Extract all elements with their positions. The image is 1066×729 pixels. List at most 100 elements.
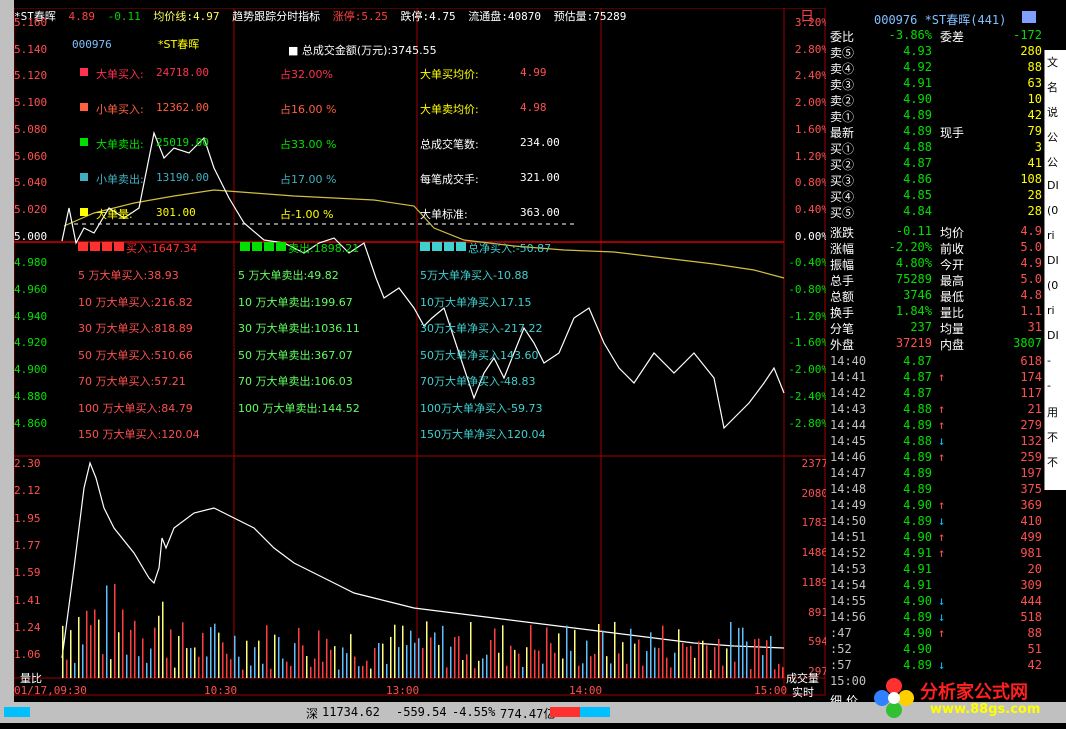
overlay-name: *ST春晖 [158, 38, 200, 51]
net-square-icon [252, 242, 262, 251]
panel-cell: 总手 [830, 274, 855, 288]
volume-bar [162, 601, 164, 678]
sidebar-item[interactable]: 用 [1047, 404, 1058, 420]
volume-bar [582, 663, 584, 678]
percent-tick: -0.40% [788, 256, 828, 270]
volume-bar [626, 663, 628, 678]
volume-bar [574, 629, 576, 678]
volume-bar [246, 640, 248, 678]
volume-bar [774, 669, 776, 678]
panel-cell: 14:55 [830, 594, 867, 608]
volume-bar [702, 640, 704, 678]
sidebar-item[interactable]: 名 [1047, 79, 1058, 95]
panel-cell: 42 [1027, 108, 1042, 122]
sidebar-item[interactable]: ri [1047, 304, 1055, 317]
panel-cell: 618 [1020, 354, 1042, 368]
panel-cell: 237 [910, 320, 932, 334]
volume-bar [742, 627, 744, 678]
volume-bar [446, 667, 448, 678]
volume-bar [310, 666, 312, 678]
panel-cell: 981 [1020, 546, 1042, 560]
panel-cell: 4.89 [903, 124, 932, 138]
panel-cell: 4.9 [1020, 256, 1042, 270]
sidebar-item[interactable]: 公 [1047, 129, 1058, 145]
sidebar-item[interactable]: 不 [1047, 454, 1058, 470]
sidebar-item[interactable]: 说 [1047, 104, 1058, 120]
sidebar-item[interactable]: DI [1047, 179, 1059, 192]
sidebar-item[interactable]: - [1047, 379, 1051, 392]
panel-cell: 197 [1020, 466, 1042, 480]
net-text: 总净买入:-50.87 [468, 242, 552, 255]
volume-bar [118, 632, 120, 678]
panel-menu-icon[interactable] [1022, 11, 1036, 23]
net-square-icon [264, 242, 274, 251]
volume-bar [190, 648, 192, 678]
tick-row: :52 4.90 51 [826, 642, 1052, 658]
price-tick: 4.940 [14, 309, 48, 323]
panel-cell: 4.87 [903, 156, 932, 170]
panel-cell: 均价 [940, 226, 965, 240]
volume-bar [186, 648, 188, 678]
sidebar-item[interactable]: DI [1047, 254, 1059, 267]
tier-text: 5 万大单卖出:49.82 [238, 269, 339, 282]
sidebar-item[interactable]: 文 [1047, 54, 1058, 70]
volume-bar [534, 649, 536, 678]
logo-url: www.88gs.com [930, 702, 1041, 717]
volume-bar [778, 663, 780, 678]
volume-bar [470, 622, 472, 678]
bid-row: 买① 4.88 3 [826, 140, 1052, 156]
realtime-label[interactable]: 实时 [792, 684, 814, 700]
volume-bar [366, 660, 368, 678]
volume-bar [114, 583, 116, 678]
panel-cell: 4.84 [903, 204, 932, 218]
sidebar-item[interactable]: 公 [1047, 154, 1058, 170]
tick-row: 14:47 4.89 197 [826, 466, 1052, 482]
panel-cell: 4.92 [903, 60, 932, 74]
volume-tick: 2377 [801, 457, 829, 470]
volume-bar [102, 654, 104, 678]
sidebar-item[interactable]: 不 [1047, 429, 1058, 445]
overlay-label: 大单量: [96, 208, 133, 221]
legend-square-icon [80, 208, 88, 216]
volume-bar [130, 629, 132, 678]
overlay-value: 301.00 [156, 206, 196, 219]
overlay-right-value: 4.98 [520, 101, 547, 114]
volume-bar [94, 609, 96, 678]
volume-bar [198, 656, 200, 678]
tier-text: 50 万大单买入:510.66 [78, 348, 193, 362]
sidebar-item[interactable]: (0 [1047, 279, 1058, 292]
flower-logo-icon [874, 678, 914, 718]
vol-ratio-tick: 1.77 [14, 538, 41, 552]
overlay-label: 大单买入: [96, 68, 144, 81]
percent-tick: 1.60% [794, 122, 828, 136]
time-tick: 14:00 [569, 684, 603, 697]
volume-bar [466, 654, 468, 678]
volume-bar [374, 648, 376, 678]
tick-direction-icon: ↑ [938, 626, 946, 640]
panel-cell: 63 [1027, 76, 1042, 90]
right-sidebar[interactable]: 文名说公公 DI (0 ri DI (0 ri DI - - 用不不 [1044, 50, 1066, 490]
volume-bar [458, 636, 460, 678]
indicator-name[interactable]: 趋势跟踪分时指标 [232, 10, 320, 23]
panel-cell: 4.89 [903, 482, 932, 496]
panel-cell: 41 [1027, 156, 1042, 170]
panel-cell: 买② [830, 158, 855, 172]
volume-tick: 2080 [801, 486, 829, 500]
volume-bar [430, 637, 432, 678]
sidebar-item[interactable]: ri [1047, 229, 1055, 242]
net-square-icon [420, 242, 430, 251]
panel-cell: 3807 [1013, 336, 1042, 350]
sidebar-item[interactable]: - [1047, 354, 1051, 367]
overlay-right-value: 363.00 [520, 206, 560, 219]
panel-cell: 309 [1020, 578, 1042, 592]
vol-ratio-tick: 1.41 [14, 593, 41, 607]
volume-bar [750, 669, 752, 678]
sidebar-item[interactable]: (0 [1047, 204, 1058, 217]
last-row: 最新 4.89 现手 79 [826, 124, 1052, 140]
price-tick: 5.020 [14, 202, 48, 216]
volume-bar [378, 643, 380, 678]
panel-cell: 14:47 [830, 466, 867, 480]
panel-title: 000976 *ST春晖(441) [874, 13, 1007, 27]
sidebar-item[interactable]: DI [1047, 329, 1059, 342]
volume-bar [566, 625, 568, 678]
